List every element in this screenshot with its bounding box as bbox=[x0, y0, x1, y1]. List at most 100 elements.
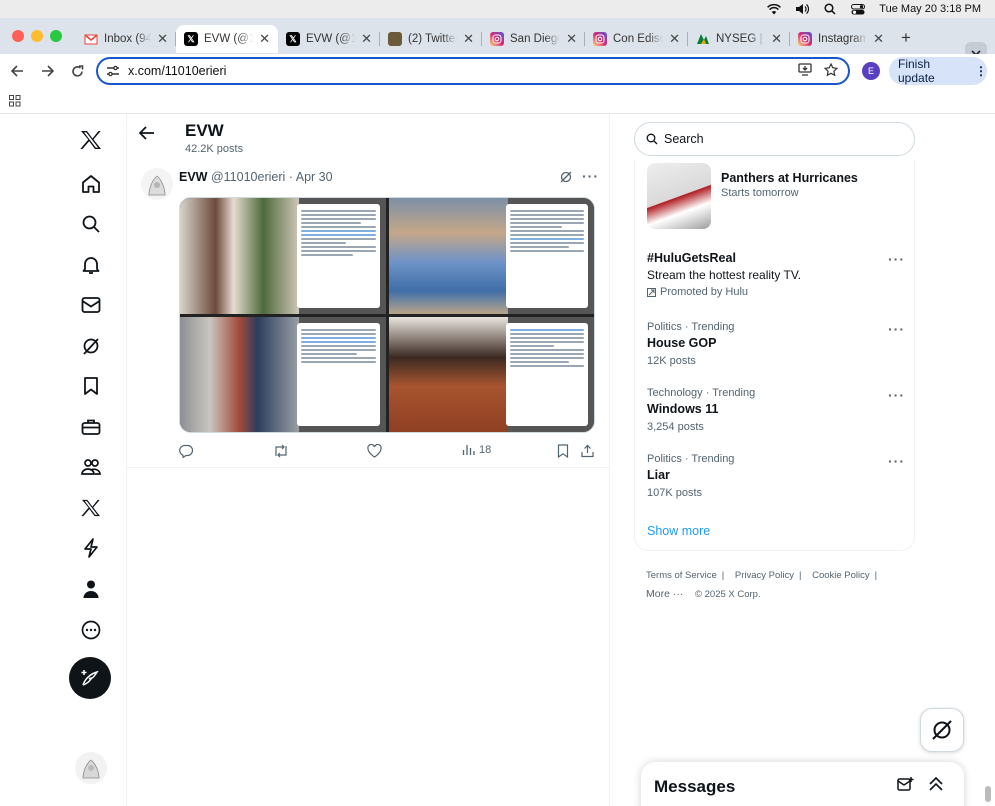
tweet-avatar[interactable] bbox=[141, 168, 173, 200]
verified-orgs-lightning-icon[interactable] bbox=[78, 535, 104, 561]
wifi-icon[interactable] bbox=[767, 3, 782, 15]
x-logo-icon[interactable] bbox=[78, 127, 104, 153]
terms-link[interactable]: Terms of Service bbox=[646, 570, 717, 581]
tab-label: EVW (@11010erieri) bbox=[306, 33, 356, 45]
trend-title: #HuluGetsReal bbox=[647, 251, 736, 265]
trend-item[interactable]: Technology · Trending Windows 11 3,254 p… bbox=[647, 387, 905, 433]
trend-more-icon[interactable]: ··· bbox=[888, 251, 905, 267]
messages-drawer[interactable]: Messages bbox=[641, 762, 964, 806]
bookmark-star-icon[interactable] bbox=[824, 63, 838, 77]
close-tab-icon[interactable]: ✕ bbox=[259, 31, 270, 47]
trend-more-icon[interactable]: ··· bbox=[888, 387, 905, 403]
tweet-image-4[interactable] bbox=[388, 316, 594, 432]
search-icon bbox=[646, 133, 658, 145]
tab-gmail[interactable]: Inbox (94) ✕ bbox=[76, 25, 176, 53]
tweet-image-1[interactable] bbox=[180, 198, 386, 314]
account-avatar[interactable] bbox=[75, 752, 107, 784]
tab-evw-active[interactable]: 𝕏 EVW (@11010erieri) ✕ bbox=[176, 25, 278, 53]
profile-person-icon[interactable] bbox=[78, 576, 104, 602]
scrollbar-thumb[interactable] bbox=[985, 786, 991, 802]
notifications-bell-icon[interactable] bbox=[78, 252, 104, 278]
trend-title: Windows 11 bbox=[647, 402, 719, 416]
close-tab-icon[interactable]: ✕ bbox=[771, 31, 782, 47]
tweet-image-2[interactable] bbox=[388, 198, 594, 314]
new-message-icon[interactable] bbox=[897, 776, 914, 792]
install-app-icon[interactable] bbox=[798, 63, 812, 77]
page-scrollbar[interactable] bbox=[984, 114, 993, 806]
tab-instagram[interactable]: Instagram ✕ bbox=[790, 25, 892, 53]
address-bar[interactable]: x.com/11010erieri bbox=[96, 57, 850, 85]
tab-evw[interactable]: 𝕏 EVW (@11010erieri) ✕ bbox=[278, 25, 380, 53]
volume-icon[interactable] bbox=[795, 3, 810, 15]
grok-explain-icon[interactable] bbox=[559, 170, 573, 184]
forward-arrow-icon[interactable] bbox=[32, 65, 62, 77]
kebab-menu-icon[interactable]: ⋮ bbox=[975, 64, 987, 78]
premium-x-icon[interactable] bbox=[78, 495, 104, 521]
expand-chevrons-icon[interactable] bbox=[928, 776, 944, 792]
close-tab-icon[interactable]: ✕ bbox=[566, 31, 577, 47]
zoom-window-button[interactable] bbox=[50, 30, 62, 42]
close-tab-icon[interactable]: ✕ bbox=[873, 31, 884, 47]
close-tab-icon[interactable]: ✕ bbox=[361, 31, 372, 47]
grok-floating-button[interactable] bbox=[920, 708, 964, 752]
home-icon[interactable] bbox=[78, 171, 104, 197]
like-heart-icon[interactable] bbox=[367, 444, 382, 458]
close-tab-icon[interactable]: ✕ bbox=[463, 31, 474, 47]
messages-envelope-icon[interactable] bbox=[78, 292, 104, 318]
copyright-text: © 2025 X Corp. bbox=[694, 589, 761, 600]
tweet-author-name[interactable]: EVW bbox=[179, 170, 207, 184]
trend-post-count: 3,254 posts bbox=[647, 421, 704, 433]
reply-icon[interactable] bbox=[179, 444, 193, 458]
more-options-icon[interactable]: ··· bbox=[582, 168, 599, 184]
tweet-date[interactable]: Apr 30 bbox=[296, 170, 333, 184]
cookie-link[interactable]: Cookie Policy bbox=[812, 570, 870, 581]
url-text[interactable]: x.com/11010erieri bbox=[128, 64, 226, 78]
control-center-icon[interactable] bbox=[851, 3, 866, 15]
show-more-link[interactable]: Show more bbox=[647, 524, 710, 538]
close-window-button[interactable] bbox=[12, 30, 24, 42]
tab-label: Inbox (94) bbox=[104, 33, 152, 45]
grok-icon[interactable] bbox=[78, 333, 104, 359]
tab-twitter[interactable]: (2) Twitter ✕ bbox=[380, 25, 482, 53]
compose-post-button[interactable] bbox=[69, 657, 111, 699]
close-tab-icon[interactable]: ✕ bbox=[669, 31, 680, 47]
privacy-link[interactable]: Privacy Policy bbox=[735, 570, 794, 581]
tab-nyseg[interactable]: NYSEG | N ✕ bbox=[688, 25, 790, 53]
communities-icon[interactable] bbox=[78, 454, 104, 480]
trend-more-icon[interactable]: ··· bbox=[888, 453, 905, 469]
tweet-separator: · bbox=[288, 170, 293, 184]
trend-more-icon[interactable]: ··· bbox=[888, 321, 905, 337]
bookmarks-icon[interactable] bbox=[78, 373, 104, 399]
search-input[interactable]: Search bbox=[634, 122, 915, 156]
close-tab-icon[interactable]: ✕ bbox=[157, 31, 168, 47]
finish-update-button[interactable]: Finish update ⋮ bbox=[889, 57, 987, 85]
spotlight-search-icon[interactable] bbox=[823, 3, 837, 15]
trend-item[interactable]: Politics · Trending House GOP 12K posts … bbox=[647, 321, 905, 367]
bookmark-icon[interactable] bbox=[557, 444, 569, 458]
menubar-datetime[interactable]: Tue May 20 3:18 PM bbox=[879, 3, 981, 15]
more-circle-icon[interactable] bbox=[78, 617, 104, 643]
share-icon[interactable] bbox=[581, 444, 594, 458]
tweet[interactable]: EVW @11010erieri · Apr 30 ··· 18 bbox=[127, 162, 609, 468]
repost-icon[interactable] bbox=[273, 444, 289, 458]
new-tab-button[interactable]: + bbox=[892, 28, 920, 48]
profile-avatar[interactable]: E bbox=[862, 62, 880, 80]
tab-con-edison[interactable]: Con Edison ✕ bbox=[585, 25, 688, 53]
tab-san-diego[interactable]: San Diego ✕ bbox=[482, 25, 585, 53]
footer-more-link[interactable]: More ··· bbox=[646, 588, 683, 600]
promoted-trend[interactable]: #HuluGetsReal Stream the hottest reality… bbox=[647, 251, 905, 298]
jobs-briefcase-icon[interactable] bbox=[78, 414, 104, 440]
tweet-image-3[interactable] bbox=[180, 316, 386, 432]
back-arrow-icon[interactable] bbox=[2, 65, 32, 77]
minimize-window-button[interactable] bbox=[31, 30, 43, 42]
explore-search-icon[interactable] bbox=[78, 211, 104, 237]
back-arrow-icon[interactable] bbox=[139, 126, 155, 140]
reload-icon[interactable] bbox=[62, 64, 92, 78]
apps-grid-icon[interactable] bbox=[9, 95, 21, 107]
tweet-handle[interactable]: @11010erieri bbox=[211, 170, 285, 184]
trend-item[interactable]: Politics · Trending Liar 107K posts ··· bbox=[647, 453, 905, 499]
x-logo-icon: 𝕏 bbox=[184, 32, 198, 46]
site-settings-icon[interactable] bbox=[106, 65, 120, 77]
views-count[interactable]: 18 bbox=[462, 444, 491, 456]
tweet-media-grid[interactable] bbox=[179, 197, 595, 433]
